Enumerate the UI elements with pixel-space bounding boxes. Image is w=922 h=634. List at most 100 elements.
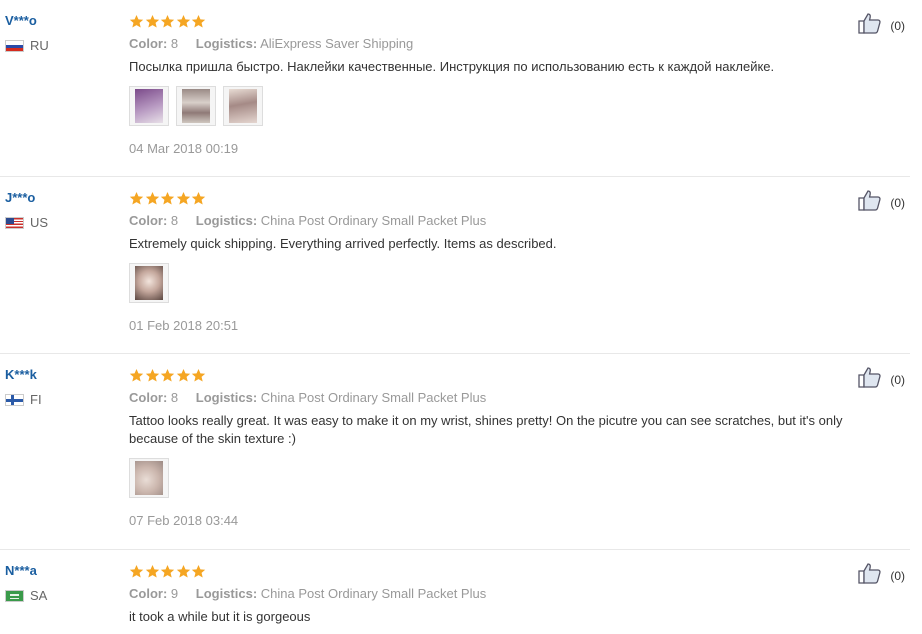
review-text: it took a while but it is gorgeous [129, 609, 311, 624]
color-value: 8 [170, 36, 179, 51]
star-icon [129, 191, 144, 206]
usa-flag-icon [5, 216, 24, 229]
order-attributes: Color: 8 Logistics: China Post Ordinary … [129, 389, 880, 407]
star-icon [129, 368, 144, 383]
star-icon [160, 191, 175, 206]
country-code: SA [30, 588, 48, 603]
helpful-button[interactable]: (0) [858, 366, 905, 393]
star-icon [129, 564, 144, 579]
star-rating [129, 366, 880, 384]
color-label: Color: [129, 586, 168, 601]
reviewer-name[interactable]: N***a [5, 562, 115, 580]
star-icon [160, 14, 175, 29]
star-icon [160, 368, 175, 383]
thumbs-up-icon [858, 12, 882, 39]
star-icon [191, 191, 206, 206]
star-icon [176, 564, 191, 579]
star-icon [191, 564, 206, 579]
star-rating [129, 12, 880, 30]
review-date: 04 Mar 2018 00:19 [129, 141, 239, 156]
helpful-count: (0) [890, 195, 905, 210]
helpful-button[interactable]: (0) [858, 189, 905, 216]
reviewer-country: SA [5, 588, 115, 603]
review-photo[interactable] [129, 86, 169, 126]
star-rating [129, 189, 880, 207]
review-photos [129, 263, 880, 303]
review-body: Color: 8 Logistics: China Post Ordinary … [129, 189, 880, 335]
thumbs-up-icon [858, 189, 882, 216]
logistics-label: Logistics: [195, 36, 258, 51]
helpful-count: (0) [890, 568, 905, 583]
thumbs-up-icon [858, 562, 882, 589]
star-icon [145, 14, 160, 29]
review-photo[interactable] [223, 86, 263, 126]
review-date: 01 Feb 2018 20:51 [129, 318, 239, 333]
review-body: Color: 8 Logistics: AliExpress Saver Shi… [129, 12, 880, 158]
reviewer-info: J***o US [5, 189, 115, 230]
star-icon [176, 368, 191, 383]
helpful-count: (0) [890, 372, 905, 387]
order-attributes: Color: 9 Logistics: China Post Ordinary … [129, 585, 880, 603]
reviewer-info: V***o RU [5, 12, 115, 53]
logistics-label: Logistics: [195, 586, 258, 601]
star-icon [145, 191, 160, 206]
review-text: Tattoo looks really great. It was easy t… [129, 413, 843, 446]
review-photos [129, 458, 880, 498]
review-date: 07 Feb 2018 03:44 [129, 513, 239, 528]
country-code: RU [30, 38, 49, 53]
saudi-flag-icon [5, 589, 24, 602]
reviewer-name[interactable]: K***k [5, 366, 115, 384]
color-label: Color: [129, 390, 168, 405]
color-label: Color: [129, 213, 168, 228]
order-attributes: Color: 8 Logistics: AliExpress Saver Shi… [129, 35, 880, 53]
reviewer-country: US [5, 215, 115, 230]
star-icon [129, 14, 144, 29]
reviewer-country: FI [5, 392, 115, 407]
logistics-value: AliExpress Saver Shipping [260, 36, 414, 51]
color-value: 8 [170, 390, 179, 405]
color-value: 9 [170, 586, 179, 601]
star-rating [129, 562, 880, 580]
logistics-label: Logistics: [195, 213, 258, 228]
review-item: V***o RU Color: 8 Logistics: AliExpress … [0, 0, 910, 177]
review-photos [129, 86, 880, 126]
review-item: N***a SA Color: 9 Logistics: China Post … [0, 550, 910, 634]
reviewer-info: N***a SA [5, 562, 115, 603]
helpful-button[interactable]: (0) [858, 562, 905, 589]
logistics-value: China Post Ordinary Small Packet Plus [260, 390, 487, 405]
review-item: J***o US Color: 8 Logistics: China Post … [0, 177, 910, 354]
reviewer-name[interactable]: V***o [5, 12, 115, 30]
star-icon [176, 14, 191, 29]
finland-flag-icon [5, 393, 24, 406]
star-icon [145, 564, 160, 579]
review-photo[interactable] [176, 86, 216, 126]
star-icon [176, 191, 191, 206]
review-photo[interactable] [129, 458, 169, 498]
helpful-button[interactable]: (0) [858, 12, 905, 39]
russia-flag-icon [5, 39, 24, 52]
order-attributes: Color: 8 Logistics: China Post Ordinary … [129, 212, 880, 230]
star-icon [145, 368, 160, 383]
country-code: US [30, 215, 49, 230]
star-icon [160, 564, 175, 579]
color-label: Color: [129, 36, 168, 51]
review-text: Посылка пришла быстро. Наклейки качестве… [129, 59, 775, 74]
logistics-value: China Post Ordinary Small Packet Plus [260, 586, 487, 601]
star-icon [191, 368, 206, 383]
logistics-label: Logistics: [195, 390, 258, 405]
reviewer-country: RU [5, 38, 115, 53]
country-code: FI [30, 392, 42, 407]
star-icon [191, 14, 206, 29]
review-photo[interactable] [129, 263, 169, 303]
reviewer-name[interactable]: J***o [5, 189, 115, 207]
review-text: Extremely quick shipping. Everything arr… [129, 236, 557, 251]
logistics-value: China Post Ordinary Small Packet Plus [260, 213, 487, 228]
thumbs-up-icon [858, 366, 882, 393]
review-item: K***k FI Color: 8 Logistics: China Post … [0, 354, 910, 550]
helpful-count: (0) [890, 18, 905, 33]
review-list: V***o RU Color: 8 Logistics: AliExpress … [0, 0, 922, 634]
color-value: 8 [170, 213, 179, 228]
reviewer-info: K***k FI [5, 366, 115, 407]
review-body: Color: 8 Logistics: China Post Ordinary … [129, 366, 880, 530]
review-body: Color: 9 Logistics: China Post Ordinary … [129, 562, 880, 626]
